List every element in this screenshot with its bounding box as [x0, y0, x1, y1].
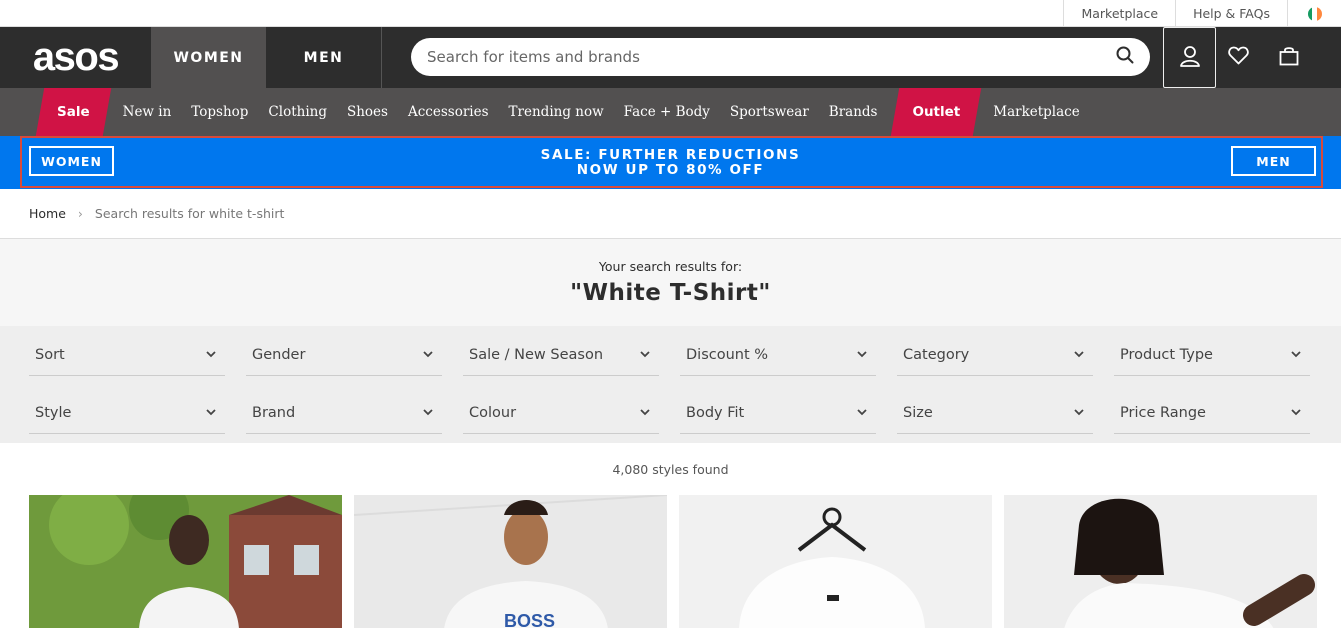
product-grid: BOSS: [0, 495, 1341, 628]
search-subtitle: Your search results for:: [598, 259, 743, 274]
search-bar: [411, 38, 1150, 76]
chevron-down-icon: [205, 349, 217, 361]
ireland-flag-icon: [1307, 6, 1322, 21]
nav-item-marketplace[interactable]: Marketplace: [983, 88, 1089, 136]
chevron-down-icon: [1290, 407, 1302, 419]
chevron-down-icon: [205, 407, 217, 419]
chevron-down-icon: [1290, 349, 1302, 361]
filter-discount[interactable]: Discount %: [680, 334, 876, 376]
header-divider: [381, 27, 382, 88]
nav-item-sportswear[interactable]: Sportswear: [720, 88, 819, 136]
results-count: 4,080 styles found: [612, 461, 729, 477]
filter-row: Sort Gender Sale / New Season Discount %…: [29, 334, 1341, 384]
tab-women[interactable]: WOMEN: [151, 27, 266, 88]
promo-line-1: SALE: FURTHER REDUCTIONS: [540, 146, 801, 163]
product-image: BOSS: [354, 495, 667, 628]
country-selector[interactable]: [1287, 0, 1341, 27]
product-card[interactable]: [1004, 495, 1317, 628]
nav-item-trending-now[interactable]: Trending now: [499, 88, 614, 136]
main-header: asos WOMEN MEN: [0, 27, 1341, 88]
filter-brand[interactable]: Brand: [246, 392, 442, 434]
filter-product-type[interactable]: Product Type: [1114, 334, 1310, 376]
category-nav: Sale New in Topshop Clothing Shoes Acces…: [0, 88, 1341, 136]
filter-price-range[interactable]: Price Range: [1114, 392, 1310, 434]
account-icon: [1179, 45, 1201, 71]
nav-item-sale[interactable]: Sale: [40, 88, 107, 136]
filter-body-fit[interactable]: Body Fit: [680, 392, 876, 434]
product-card[interactable]: BOSS: [354, 495, 667, 628]
filter-gender[interactable]: Gender: [246, 334, 442, 376]
breadcrumb-separator: ›: [77, 206, 83, 221]
promo-text: SALE: FURTHER REDUCTIONS NOW UP TO 80% O…: [540, 146, 801, 178]
utility-bar: Marketplace Help & FAQs: [0, 0, 1341, 27]
product-image: [1004, 495, 1317, 628]
breadcrumb: Home › Search results for white t-shirt: [0, 189, 1341, 239]
filter-category[interactable]: Category: [897, 334, 1093, 376]
breadcrumb-current: Search results for white t-shirt: [94, 206, 285, 221]
heart-icon: [1228, 46, 1249, 69]
search-icon[interactable]: [1116, 46, 1134, 68]
marketplace-link[interactable]: Marketplace: [1063, 0, 1175, 27]
bag-button[interactable]: [1266, 27, 1311, 88]
tab-men[interactable]: MEN: [266, 27, 381, 88]
chevron-down-icon: [1073, 407, 1085, 419]
nav-item-new-in[interactable]: New in: [113, 88, 182, 136]
search-heading: Your search results for: "White T-Shirt": [0, 239, 1341, 326]
promo-women-button[interactable]: WOMEN: [29, 146, 114, 176]
filter-sale-new-season[interactable]: Sale / New Season: [463, 334, 659, 376]
promo-line-2: NOW UP TO 80% OFF: [576, 161, 765, 178]
nav-item-face-body[interactable]: Face + Body: [614, 88, 720, 136]
nav-item-outlet[interactable]: Outlet: [895, 88, 977, 136]
chevron-down-icon: [1073, 349, 1085, 361]
asos-logo[interactable]: asos: [0, 27, 151, 88]
promo-men-button[interactable]: MEN: [1231, 146, 1316, 176]
product-card[interactable]: [679, 495, 992, 628]
svg-text:BOSS: BOSS: [504, 611, 555, 628]
chevron-down-icon: [639, 407, 651, 419]
filter-sort[interactable]: Sort: [29, 334, 225, 376]
saved-items-button[interactable]: [1216, 27, 1261, 88]
nav-item-topshop[interactable]: Topshop: [181, 88, 258, 136]
search-term: "White T-Shirt": [570, 280, 771, 306]
product-image: [679, 495, 992, 628]
nav-item-accessories[interactable]: Accessories: [398, 88, 499, 136]
chevron-down-icon: [639, 349, 651, 361]
chevron-down-icon: [422, 407, 434, 419]
search-input[interactable]: [427, 48, 1116, 66]
nav-item-brands[interactable]: Brands: [819, 88, 888, 136]
product-image: [29, 495, 342, 628]
bag-icon: [1279, 46, 1299, 70]
filter-row: Style Brand Colour Body Fit Size Price R…: [29, 392, 1341, 442]
help-faqs-link[interactable]: Help & FAQs: [1175, 0, 1287, 27]
filter-size[interactable]: Size: [897, 392, 1093, 434]
promo-banner[interactable]: WOMEN SALE: FURTHER REDUCTIONS NOW UP TO…: [0, 136, 1341, 189]
breadcrumb-home[interactable]: Home: [29, 206, 66, 221]
chevron-down-icon: [856, 349, 868, 361]
filter-colour[interactable]: Colour: [463, 392, 659, 434]
nav-item-shoes[interactable]: Shoes: [337, 88, 398, 136]
chevron-down-icon: [422, 349, 434, 361]
filter-panel: Sort Gender Sale / New Season Discount %…: [0, 326, 1341, 443]
chevron-down-icon: [856, 407, 868, 419]
account-button[interactable]: [1163, 27, 1216, 88]
filter-style[interactable]: Style: [29, 392, 225, 434]
nav-item-clothing[interactable]: Clothing: [258, 88, 337, 136]
product-card[interactable]: [29, 495, 342, 628]
